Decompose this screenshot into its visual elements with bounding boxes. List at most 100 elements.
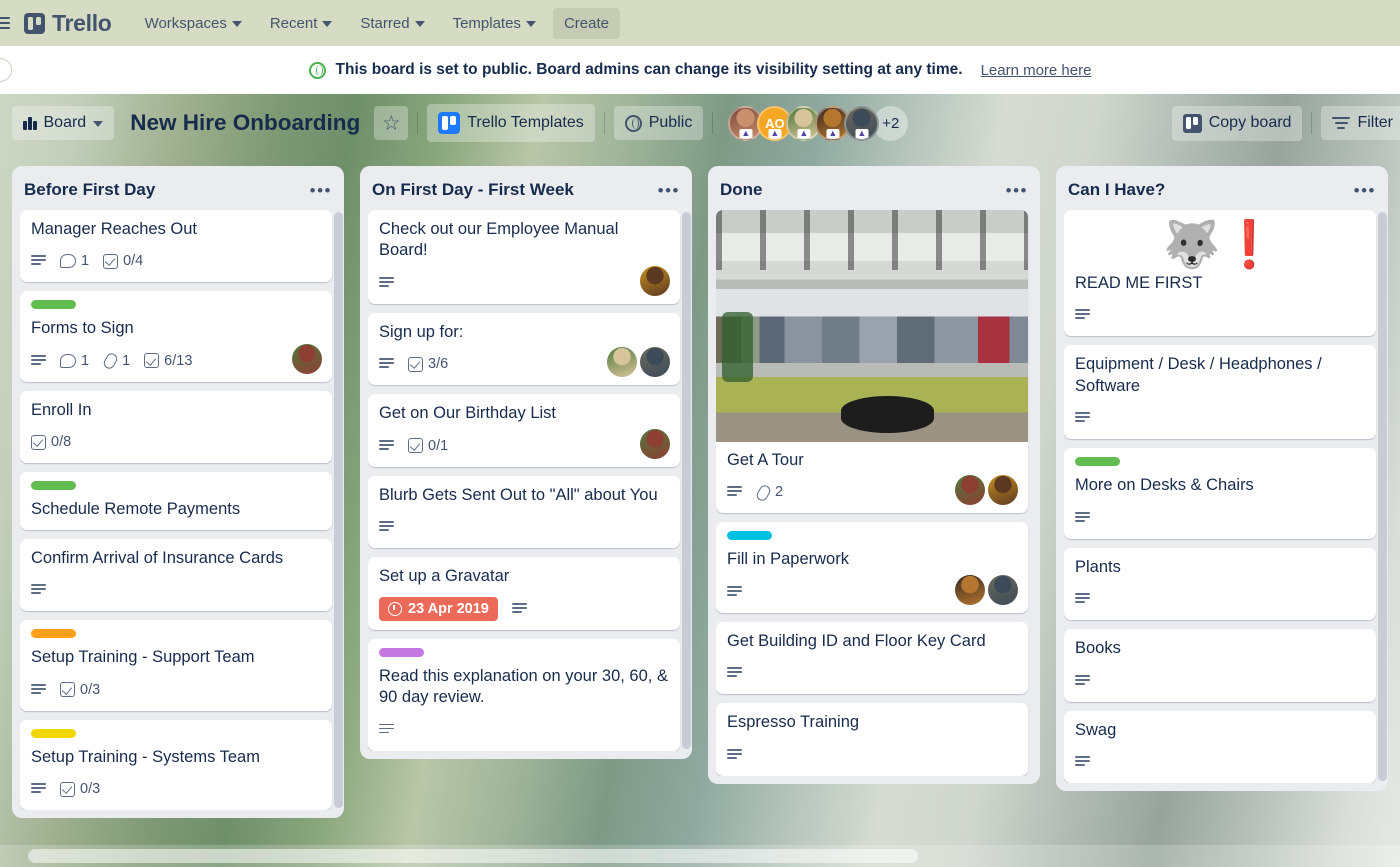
premium-badge-icon: ▲ bbox=[739, 128, 753, 139]
avatar-member-a[interactable] bbox=[640, 428, 670, 459]
card-label[interactable] bbox=[1075, 457, 1120, 467]
avatar-member-a[interactable] bbox=[292, 343, 322, 374]
card-badges: 0/3 bbox=[31, 678, 322, 702]
card-read-this-explanation-30-60-90-day-review[interactable]: Read this explanation on your 30, 60, & … bbox=[368, 638, 680, 751]
workspace-label: Trello Templates bbox=[467, 114, 584, 131]
board-view-switcher[interactable]: Board bbox=[12, 106, 115, 140]
list-menu-icon[interactable]: ••• bbox=[310, 182, 332, 199]
card-members bbox=[607, 347, 670, 378]
card-more-on-desks-and-chairs[interactable]: More on Desks & Chairs bbox=[1064, 448, 1376, 539]
copy-board-button[interactable]: Copy board bbox=[1171, 105, 1303, 141]
avatar-member-a[interactable] bbox=[955, 475, 985, 506]
card-badges bbox=[1075, 506, 1366, 530]
list-menu-icon[interactable]: ••• bbox=[658, 182, 680, 199]
card-plants[interactable]: Plants bbox=[1064, 547, 1376, 621]
badge-value: 0/8 bbox=[51, 434, 72, 451]
card-forms-to-sign[interactable]: Forms to Sign 1 1 6/13 bbox=[20, 291, 332, 382]
star-board-button[interactable]: ☆ bbox=[374, 106, 409, 140]
due-date-badge[interactable]: 23 Apr 2019 bbox=[379, 596, 498, 621]
list-title[interactable]: On First Day - First Week bbox=[372, 180, 574, 200]
nav-item-workspaces[interactable]: Workspaces bbox=[134, 8, 253, 39]
nav-item-starred[interactable]: Starred bbox=[349, 8, 435, 39]
list-title[interactable]: Done bbox=[720, 180, 763, 200]
card-get-a-tour[interactable]: Get A Tour 2 bbox=[716, 210, 1028, 514]
card-label[interactable] bbox=[31, 629, 76, 639]
badge-comments: 1 bbox=[60, 353, 89, 369]
card-swag[interactable]: Swag bbox=[1064, 710, 1376, 784]
card-manager-reaches-out[interactable]: Manager Reaches Out 1 0/4 bbox=[20, 210, 332, 283]
card-label[interactable] bbox=[31, 300, 76, 310]
nav-item-create[interactable]: Create bbox=[552, 7, 620, 39]
card-blurb-gets-sent-out-to-all-about-you[interactable]: Blurb Gets Sent Out to "All" about You bbox=[368, 475, 680, 549]
list-menu-icon[interactable]: ••• bbox=[1354, 182, 1376, 199]
avatar-member-b[interactable] bbox=[988, 475, 1018, 506]
card-setup-training-support-team[interactable]: Setup Training - Support Team 0/3 bbox=[20, 620, 332, 711]
list-before-first-day: Before First Day ••• Manager Reaches Out 1 0… bbox=[12, 166, 344, 819]
avatar-member-d[interactable] bbox=[988, 574, 1018, 605]
card-get-on-our-birthday-list[interactable]: Get on Our Birthday List 0/1 bbox=[368, 394, 680, 467]
list-cards: Check out our Employee Manual Board! Sign… bbox=[368, 210, 688, 751]
hamburger-menu-icon[interactable] bbox=[0, 17, 10, 29]
scrollbar-thumb[interactable] bbox=[28, 849, 918, 863]
badge-description bbox=[727, 486, 742, 498]
badge-description bbox=[1075, 674, 1090, 687]
workspace-link[interactable]: Trello Templates bbox=[427, 104, 595, 142]
attachment-icon bbox=[103, 353, 117, 369]
badge-checklist: 0/3 bbox=[60, 682, 100, 698]
avatar-member-e[interactable] bbox=[955, 574, 985, 605]
card-setup-training-systems-team[interactable]: Setup Training - Systems Team 0/3 bbox=[20, 719, 332, 811]
list-menu-icon[interactable]: ••• bbox=[1006, 182, 1028, 199]
list-done: Done ••• Get A Tour 2 Fill in Paperwork Get B… bbox=[708, 166, 1040, 784]
card-fill-in-paperwork[interactable]: Fill in Paperwork bbox=[716, 522, 1028, 613]
badge-value: 2 bbox=[775, 484, 784, 501]
card-sign-up-for[interactable]: Sign up for: 3/6 bbox=[368, 312, 680, 386]
card-badges: 1 1 6/13 bbox=[31, 349, 322, 373]
badge-checklist: 6/13 bbox=[144, 353, 192, 369]
trello-home-link[interactable]: Trello bbox=[24, 10, 112, 37]
badge-description bbox=[727, 585, 742, 598]
card-confirm-arrival-of-insurance-cards[interactable]: Confirm Arrival of Insurance Cards bbox=[20, 538, 332, 612]
filter-button[interactable]: Filter bbox=[1321, 106, 1400, 140]
sidebar-toggle-button[interactable] bbox=[0, 58, 12, 82]
card-title: Get A Tour bbox=[727, 451, 804, 469]
board-lists-container[interactable]: Before First Day ••• Manager Reaches Out 1 0… bbox=[0, 152, 1400, 867]
avatar-member-5[interactable]: ▲ bbox=[844, 105, 880, 141]
copy-board-icon bbox=[1182, 113, 1202, 133]
list-cards: 🐺❗ READ ME FIRST Equipment / Desk / Headph… bbox=[1064, 210, 1384, 784]
card-label[interactable] bbox=[31, 728, 76, 738]
brand-name: Trello bbox=[52, 9, 112, 36]
card-label[interactable] bbox=[379, 647, 424, 657]
card-members bbox=[955, 475, 1018, 506]
card-set-up-a-gravatar[interactable]: Set up a Gravatar 23 Apr 2019 bbox=[368, 557, 680, 630]
card-badges bbox=[379, 718, 670, 742]
learn-more-link[interactable]: Learn more here bbox=[981, 62, 1092, 79]
card-equipment-desk-headphones-software[interactable]: Equipment / Desk / Headphones / Software bbox=[1064, 345, 1376, 440]
card-schedule-remote-payments[interactable]: Schedule Remote Payments bbox=[20, 472, 332, 530]
badge-checklist: 0/8 bbox=[31, 434, 71, 450]
nav-item-recent[interactable]: Recent bbox=[259, 8, 344, 39]
card-books[interactable]: Books bbox=[1064, 629, 1376, 702]
nav-item-templates[interactable]: Templates bbox=[442, 8, 547, 39]
badge-description bbox=[379, 439, 394, 452]
board-horizontal-scrollbar[interactable] bbox=[0, 845, 1400, 867]
board-visibility-button[interactable]: Public bbox=[613, 106, 704, 140]
description-icon bbox=[379, 276, 394, 289]
card-get-building-id-and-floor-key-card[interactable]: Get Building ID and Floor Key Card bbox=[716, 621, 1028, 695]
card-espresso-training[interactable]: Espresso Training bbox=[716, 703, 1028, 776]
avatar-member-c[interactable] bbox=[607, 347, 637, 378]
page-title: New Hire Onboarding bbox=[130, 110, 361, 135]
card-label[interactable] bbox=[727, 531, 772, 541]
card-check-out-our-employee-manual-board[interactable]: Check out our Employee Manual Board! bbox=[368, 210, 680, 304]
card-label[interactable] bbox=[31, 481, 76, 491]
card-enroll-in[interactable]: Enroll In 0/8 bbox=[20, 390, 332, 464]
list-title[interactable]: Before First Day bbox=[24, 180, 155, 200]
badge-attachments: 1 bbox=[103, 353, 130, 369]
description-icon bbox=[31, 584, 46, 596]
list-title[interactable]: Can I Have? bbox=[1068, 180, 1165, 200]
chevron-down-icon bbox=[322, 21, 333, 27]
avatar-member-d[interactable] bbox=[640, 347, 670, 378]
card-members bbox=[955, 574, 1018, 605]
card-badges bbox=[1075, 669, 1366, 693]
card-read-me-first[interactable]: 🐺❗ READ ME FIRST bbox=[1064, 210, 1376, 337]
avatar-member-b[interactable] bbox=[640, 265, 670, 296]
